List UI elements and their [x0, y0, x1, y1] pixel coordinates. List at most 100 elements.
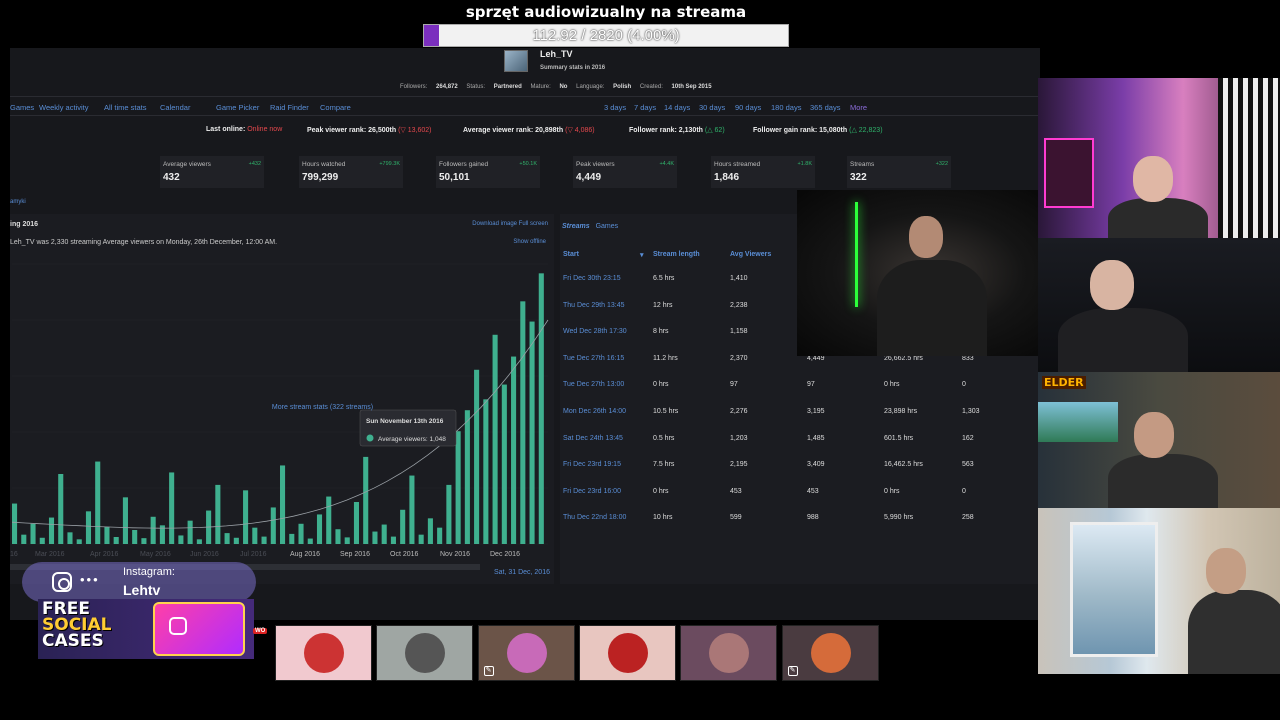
- cell-start[interactable]: Fri Dec 23rd 16:00: [563, 479, 621, 505]
- more-stream-stats-link[interactable]: More stream stats (322 streams): [10, 404, 635, 411]
- status-value: Partnered: [493, 84, 522, 90]
- avg-rank: Average viewer rank: 20,898th (▽ 4,086): [463, 126, 595, 134]
- nav-weekly-activity[interactable]: Weekly activity: [39, 103, 88, 112]
- cell-start[interactable]: Thu Dec 29th 13:45: [563, 293, 625, 319]
- tab-streams[interactable]: Streams: [562, 223, 590, 230]
- drop-tile-4[interactable]: [578, 625, 676, 681]
- stat-label: Followers gained: [439, 161, 489, 168]
- col-start[interactable]: Start: [563, 251, 579, 258]
- chart-links[interactable]: Download image Full screen: [472, 221, 548, 227]
- chart-panel: ing 2016 Download image Full screen Leh_…: [10, 214, 554, 584]
- tooltip-date: Sun November 13th 2016: [366, 418, 444, 425]
- channel-avatar[interactable]: [504, 50, 528, 72]
- nav-compare[interactable]: Compare: [320, 103, 351, 112]
- x-tick-label: Aug 2016: [290, 551, 320, 558]
- stat-delta: +799.3K: [379, 161, 400, 167]
- drop-tile-3[interactable]: ✎: [477, 625, 575, 681]
- peak-rank: Peak viewer rank: 26,500th (▽ 13,602): [307, 126, 432, 134]
- last-online: Last online: Online now: [206, 126, 282, 133]
- drop-tile-5[interactable]: [680, 625, 778, 681]
- viewers-chart[interactable]: 16 Mar 2016 Apr 2016 May 2016 Jun 2016 Jul 20…: [10, 244, 554, 584]
- mature-label: Mature:: [530, 84, 551, 90]
- cell-followers: 258: [962, 514, 974, 522]
- nav-all-time-stats[interactable]: All time stats: [104, 103, 147, 112]
- table-row[interactable]: Thu Dec 22nd 18:00 10 hrs 599 988 5,990 hrs 2…: [560, 505, 1040, 531]
- cell-start[interactable]: Wed Dec 28th 17:30: [563, 319, 627, 345]
- viewer-bar: [316, 514, 323, 544]
- range-30-days[interactable]: 30 days: [699, 103, 725, 112]
- instagram-handle: Lehtv: [123, 582, 161, 598]
- viewer-bar: [48, 517, 55, 544]
- aquarium: [1038, 402, 1118, 442]
- avg-rank-value: 20,898th: [535, 127, 564, 134]
- viewer-bar: [85, 511, 92, 544]
- table-row[interactable]: Fri Dec 23rd 19:15 7.5 hrs 2,195 3,409 16,46…: [560, 452, 1040, 478]
- cell-avg: 453: [730, 487, 742, 495]
- x-tick-label: Jun 2016: [190, 551, 219, 558]
- dynamic-label[interactable]: amyki: [10, 199, 26, 205]
- range-180-days[interactable]: 180 days: [771, 103, 801, 112]
- table-tabs: Streams Games: [562, 223, 622, 230]
- stat-delta: +322: [935, 161, 948, 167]
- cell-start[interactable]: Fri Dec 23rd 19:15: [563, 452, 621, 478]
- cell-followers: 162: [962, 434, 974, 442]
- cell-start[interactable]: Sat Dec 24th 13:45: [563, 426, 623, 452]
- followers-label: Followers:: [400, 84, 428, 90]
- table-row[interactable]: Sat Dec 24th 13:45 0.5 hrs 1,203 1,485 601.5…: [560, 426, 1040, 452]
- range-3-days[interactable]: 3 days: [604, 103, 626, 112]
- cell-avg: 599: [730, 514, 742, 522]
- nav-games[interactable]: Games: [10, 103, 34, 112]
- viewer-bar: [58, 474, 64, 544]
- guest-body: [1108, 198, 1208, 238]
- drop-tile-2[interactable]: [376, 625, 474, 681]
- cell-hours: 0 hrs: [884, 381, 900, 389]
- viewer-bar: [104, 526, 110, 544]
- sort-icon[interactable]: ▾: [640, 251, 644, 259]
- table-row[interactable]: Tue Dec 27th 13:00 0 hrs 97 97 0 hrs 0: [560, 372, 1040, 398]
- drop-tile-1[interactable]: [275, 625, 372, 681]
- viewer-bar: [437, 527, 443, 544]
- drop-avatar: [709, 633, 750, 673]
- nav-calendar[interactable]: Calendar: [160, 103, 190, 112]
- cell-peak: 97: [807, 381, 815, 389]
- viewer-bar: [409, 475, 415, 544]
- cell-avg: 1,158: [730, 328, 748, 336]
- nav-game-picker[interactable]: Game Picker: [216, 103, 259, 112]
- mature-value: No: [559, 84, 568, 90]
- stat-streams: Streams +322 322: [847, 156, 951, 188]
- stat-label: Hours streamed: [714, 161, 761, 168]
- range-14-days[interactable]: 14 days: [664, 103, 690, 112]
- cell-start[interactable]: Thu Dec 22nd 18:00: [563, 505, 626, 531]
- viewer-bar: [233, 537, 239, 544]
- tab-games[interactable]: Games: [596, 223, 619, 230]
- cell-start[interactable]: Tue Dec 27th 13:00: [563, 372, 624, 398]
- viewer-bar: [474, 369, 480, 544]
- viewer-bar: [344, 537, 350, 544]
- viewer-bar: [224, 533, 230, 544]
- viewer-bar: [76, 539, 82, 544]
- cell-start[interactable]: Mon Dec 26th 14:00: [563, 399, 626, 425]
- range-365-days[interactable]: 365 days: [810, 103, 840, 112]
- nav-raid-finder[interactable]: Raid Finder: [270, 103, 309, 112]
- guest-body: [1058, 308, 1188, 372]
- viewer-bar: [21, 534, 27, 544]
- cell-start[interactable]: Tue Dec 27th 16:15: [563, 346, 624, 372]
- col-avg-viewers[interactable]: Avg Viewers: [730, 251, 771, 258]
- drop-tile-6[interactable]: ✎: [781, 625, 879, 681]
- cell-peak: 3,409: [807, 461, 825, 469]
- table-row[interactable]: Fri Dec 23rd 16:00 0 hrs 453 453 0 hrs 0: [560, 479, 1040, 505]
- table-row[interactable]: Mon Dec 26th 14:00 10.5 hrs 2,276 3,195 23,8…: [560, 399, 1040, 425]
- stat-value: 4,449: [576, 172, 602, 183]
- range-90-days[interactable]: 90 days: [735, 103, 761, 112]
- range-7-days[interactable]: 7 days: [634, 103, 656, 112]
- drop-avatar: [810, 633, 851, 673]
- range-more[interactable]: More: [850, 103, 867, 112]
- avg-rank-delta: (▽ 4,086): [565, 127, 595, 134]
- viewer-bar: [511, 356, 517, 544]
- col-stream-length[interactable]: Stream length: [653, 251, 700, 258]
- case-box-image: [153, 602, 245, 656]
- channel-name[interactable]: Leh_TV: [540, 49, 573, 59]
- cell-start[interactable]: Fri Dec 30th 23:15: [563, 266, 621, 292]
- viewer-bar: [363, 456, 369, 544]
- viewer-bar: [67, 532, 73, 544]
